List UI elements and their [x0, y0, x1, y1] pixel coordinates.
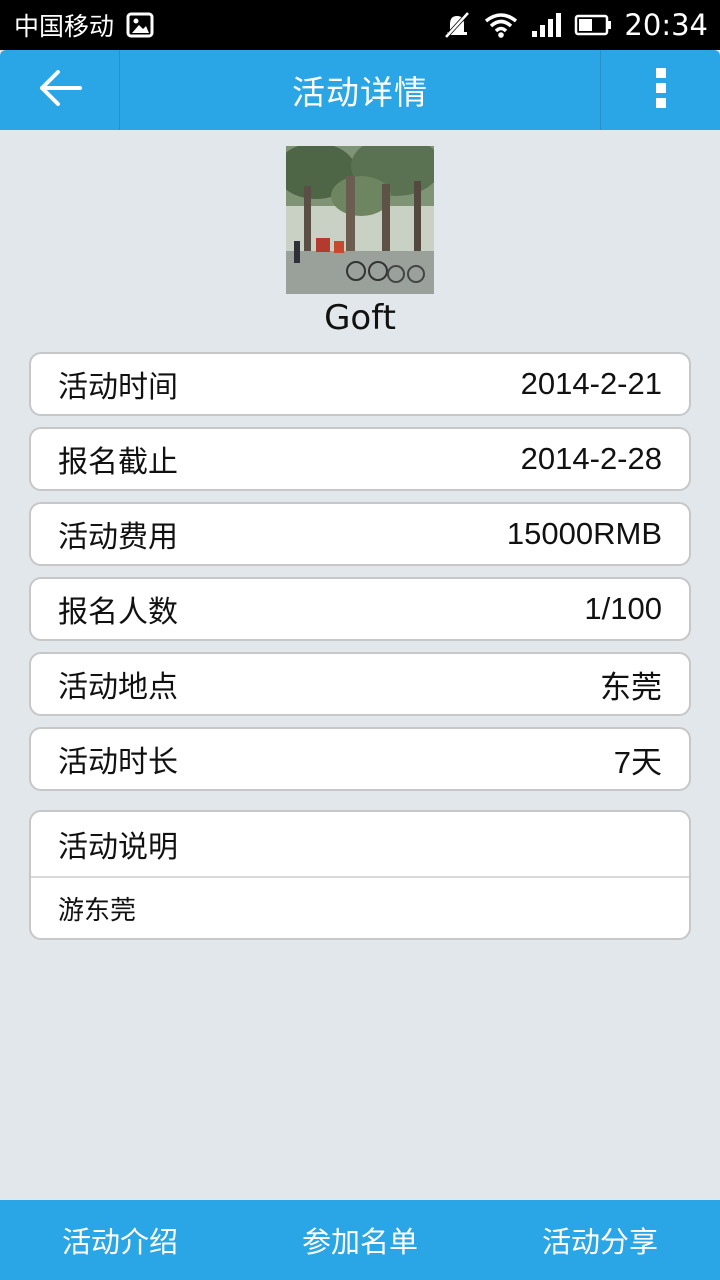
status-bar: 中国移动 20:34 — [0, 0, 720, 50]
signal-icon — [530, 11, 562, 39]
description-card: 活动说明 游东莞 — [29, 810, 691, 940]
tab-activity-share[interactable]: 活动分享 — [480, 1219, 720, 1261]
detail-label: 报名截止 — [58, 445, 178, 480]
carrier-name: 中国移动 — [14, 12, 115, 41]
detail-row-signup-deadline: 报名截止 2014-2-28 — [29, 427, 691, 491]
detail-value: 1/100 — [584, 591, 662, 626]
description-text: 游东莞 — [58, 895, 137, 926]
detail-label: 活动时长 — [58, 745, 178, 780]
mute-icon — [442, 10, 472, 40]
detail-row-participant-count: 报名人数 1/100 — [29, 577, 691, 641]
detail-label: 报名人数 — [58, 595, 178, 630]
tab-activity-intro[interactable]: 活动介绍 — [0, 1219, 240, 1261]
detail-label: 活动时间 — [58, 370, 178, 405]
detail-value: 15000RMB — [506, 516, 662, 551]
detail-row-location: 活动地点 东莞 — [29, 652, 691, 716]
detail-row-activity-fee: 活动费用 15000RMB — [29, 502, 691, 566]
back-button[interactable] — [0, 50, 120, 130]
detail-value: 2014-2-21 — [520, 366, 662, 401]
detail-value: 2014-2-28 — [520, 441, 662, 476]
activity-photo[interactable] — [286, 146, 434, 294]
arrow-left-icon — [36, 68, 84, 112]
tab-participant-list[interactable]: 参加名单 — [240, 1219, 480, 1261]
wifi-icon — [484, 11, 518, 39]
bottom-tab-bar: 活动介绍 参加名单 活动分享 — [0, 1200, 720, 1280]
battery-icon — [574, 13, 612, 37]
detail-label: 活动费用 — [58, 520, 178, 555]
organizer-name: Goft — [324, 298, 396, 338]
more-button[interactable] — [600, 50, 720, 130]
app-bar: 活动详情 — [0, 50, 720, 130]
detail-value: 东莞 — [600, 669, 662, 705]
page-title: 活动详情 — [292, 73, 428, 112]
image-icon — [126, 12, 154, 38]
detail-label: 活动地点 — [58, 670, 178, 705]
detail-value: 7天 — [613, 744, 662, 780]
clock: 20:34 — [624, 8, 708, 42]
description-title: 活动说明 — [31, 812, 689, 878]
detail-row-activity-time: 活动时间 2014-2-21 — [29, 352, 691, 416]
more-vertical-icon — [655, 67, 667, 113]
detail-row-duration: 活动时长 7天 — [29, 727, 691, 791]
